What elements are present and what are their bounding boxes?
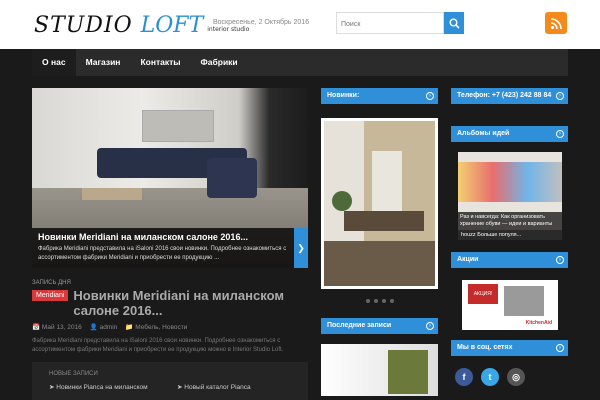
search-button[interactable] (444, 12, 464, 34)
circle-arrow-icon: › (556, 256, 564, 264)
header: STUDIO LOFT interior studio Воскресенье,… (0, 0, 600, 49)
instagram-icon[interactable]: ◎ (507, 368, 525, 386)
post-title-row: Meridiani Новинки Meridiani на миланском… (32, 288, 308, 318)
houzz-ideas-widget[interactable]: Раз и навсегда: Как организовать хранени… (458, 152, 562, 240)
slider-dot[interactable] (365, 299, 370, 303)
new-post-link-2[interactable]: ➤ Новый каталог Pianca (177, 383, 251, 391)
logo-tagline: interior studio (207, 26, 250, 33)
nav-item-factories[interactable]: Фабрики (191, 49, 248, 76)
promo-badge: АКЦИЯ! (468, 284, 498, 304)
search-box (336, 12, 451, 35)
slider-dots[interactable] (321, 299, 438, 303)
calendar-icon: 📅 (32, 324, 41, 331)
circle-arrow-icon: ➤ (49, 384, 55, 391)
post-author-group: 👤 admin (90, 323, 118, 331)
main-nav: О нас Магазин Контакты Фабрики (32, 49, 568, 76)
photo-shelf (388, 350, 428, 394)
new-posts-box: НОВЫЕ ЗАПИСИ ➤ Новинки Pianca на миланск… (32, 362, 308, 400)
post-author[interactable]: admin (100, 324, 118, 331)
circle-arrow-icon: › (426, 92, 434, 100)
post-date: Май 13, 2016 (41, 324, 82, 331)
facebook-icon[interactable]: f (455, 368, 473, 386)
post-excerpt: Фабрика Meridiani представила на iSaloni… (32, 338, 284, 353)
slide-text: Фабрика Meridiani представила на iSaloni… (38, 246, 287, 261)
slide-table (82, 188, 142, 200)
novinki-header[interactable]: Новинки: › (321, 88, 438, 104)
social-links: f t ◎ (455, 368, 568, 386)
search-icon (449, 18, 460, 29)
nav-item-contacts[interactable]: Контакты (130, 49, 190, 76)
novinki-image[interactable] (321, 118, 438, 289)
new-post-link-1[interactable]: ➤ Новинки Pianca на миланском (49, 383, 148, 391)
post-category-group: 📁 Мебель, Новости (125, 323, 187, 331)
nav-item-about[interactable]: О нас (32, 49, 76, 76)
logo-loft: LOFT (140, 13, 204, 38)
twitter-icon[interactable]: t (481, 368, 499, 386)
slide-art (142, 110, 214, 142)
folder-icon: 📁 (125, 324, 134, 331)
post-title[interactable]: Новинки Meridiani на миланском салоне 20… (73, 288, 308, 318)
phone-text: Телефон: +7 (423) 242 88 84 (457, 92, 552, 99)
photo-floor (324, 241, 435, 286)
photo-table (344, 211, 424, 231)
nav-item-shop[interactable]: Магазин (76, 49, 131, 76)
phone-header[interactable]: Телефон: +7 (423) 242 88 84 › (451, 88, 568, 104)
post-date-group: 📅 Май 13, 2016 (32, 323, 82, 331)
slide-sofa-chaise (207, 158, 257, 198)
main-column: Новинки Meridiani на миланском салоне 20… (32, 88, 308, 355)
photo-plant (332, 191, 352, 211)
albums-header[interactable]: Альбомы идей › (451, 126, 568, 142)
photo-door (372, 151, 402, 211)
new-post-title-1: Новинки Pianca на миланском (56, 384, 148, 391)
new-post-title-2: Новый каталог Pianca (184, 384, 251, 391)
post-section-label: ЗАПИСЬ ДНЯ (32, 280, 71, 286)
slider-dot[interactable] (389, 299, 394, 303)
novinki-title: Новинки: (327, 92, 360, 99)
featured-slider[interactable]: Новинки Meridiani на миланском салоне 20… (32, 88, 308, 268)
promo-brand: KitchenAid (525, 320, 552, 326)
akcii-title: Акции (457, 256, 479, 263)
post-of-day: ЗАПИСЬ ДНЯ Meridiani Новинки Meridiani н… (32, 280, 308, 355)
ideas-image (458, 162, 562, 202)
recent-posts-header[interactable]: Последние записи › (321, 318, 438, 334)
promo-banner[interactable]: АКЦИЯ! KitchenAid (462, 280, 558, 330)
promo-product-image (504, 286, 544, 316)
rss-button[interactable] (545, 12, 567, 34)
middle-column: Новинки: › Последние записи › (321, 88, 438, 396)
search-input[interactable] (337, 14, 451, 35)
albums-title: Альбомы идей (457, 130, 510, 137)
recent-posts-title: Последние записи (327, 322, 392, 329)
user-icon: 👤 (89, 324, 98, 331)
category-badge[interactable]: Meridiani (32, 290, 69, 301)
slide-caption[interactable]: Новинки Meridiani на миланском салоне 20… (32, 228, 294, 268)
houzz-footer[interactable]: houzz Больше популя... (458, 230, 562, 240)
right-sidebar: Телефон: +7 (423) 242 88 84 › Альбомы ид… (451, 88, 568, 386)
circle-arrow-icon: › (426, 322, 434, 330)
new-posts-header: НОВЫЕ ЗАПИСИ (49, 371, 98, 377)
circle-arrow-icon: › (556, 130, 564, 138)
rss-icon (550, 17, 562, 29)
akcii-header[interactable]: Акции › (451, 252, 568, 268)
social-title: Мы в соц. сетях (457, 344, 513, 351)
current-date: Воскресенье, 2 Октябрь 2016 (213, 19, 310, 26)
social-header[interactable]: Мы в соц. сетях › (451, 340, 568, 356)
slide-title[interactable]: Новинки Meridiani на миланском салоне 20… (38, 232, 288, 242)
slider-dot[interactable] (381, 299, 386, 303)
logo-studio: STUDIO (34, 13, 133, 38)
slider-dot[interactable] (373, 299, 378, 303)
circle-arrow-icon: ➤ (177, 384, 183, 391)
ideas-caption: Раз и навсегда: Как организовать хранени… (458, 212, 562, 230)
slider-next-button[interactable]: ❯ (294, 228, 308, 268)
circle-arrow-icon: › (556, 344, 564, 352)
circle-arrow-icon: › (556, 92, 564, 100)
chevron-right-icon: ❯ (297, 242, 305, 253)
post-meta: 📅 Май 13, 2016 👤 admin 📁 Мебель, Новости (32, 323, 308, 331)
recent-post-image[interactable] (321, 344, 438, 396)
post-categories[interactable]: Мебель, Новости (135, 324, 187, 331)
